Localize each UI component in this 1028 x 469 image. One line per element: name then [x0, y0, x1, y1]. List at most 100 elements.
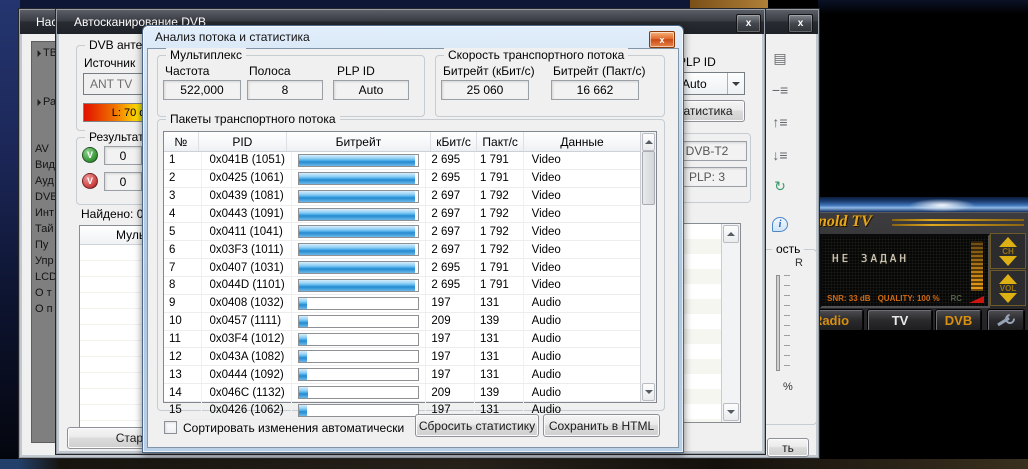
- settings-close-action-button[interactable]: ть: [767, 438, 809, 457]
- packets-table-header[interactable]: № PID Битрейт кБит/с Пакт/с Данные: [164, 132, 640, 152]
- packets-scrollbar[interactable]: [640, 132, 656, 402]
- wallpaper-sliver: [690, 0, 768, 8]
- cell-kbit: 2 697: [426, 188, 475, 205]
- cell-kbit: 2 697: [426, 223, 475, 240]
- settings-close-button[interactable]: x: [788, 14, 813, 33]
- cell-pid: 0x0457 (1111): [202, 313, 293, 330]
- table-row[interactable]: 20x0425 (1061)2 6951 791Video: [164, 170, 640, 188]
- move-down-icon[interactable]: ↓≡: [769, 146, 791, 164]
- tree-item-label: AV: [35, 143, 49, 155]
- table-row[interactable]: 100x0457 (1111)209139Audio: [164, 313, 640, 331]
- gold-line: [892, 219, 1024, 221]
- cell-pakt: 139: [475, 313, 524, 330]
- table-row[interactable]: 80x044D (1101)2 6951 791Video: [164, 277, 640, 295]
- packets-table: № PID Битрейт кБит/с Пакт/с Данные 10x04…: [163, 131, 657, 403]
- volume-slider[interactable]: [776, 275, 780, 371]
- tree-item[interactable]: Ауд: [35, 175, 54, 187]
- table-row[interactable]: 120x043A (1082)197131Audio: [164, 348, 640, 366]
- dvb-mode-button[interactable]: DVB: [935, 309, 982, 330]
- bitrate-progressbar: [298, 243, 419, 256]
- cell-pakt: 131: [475, 348, 524, 365]
- tree-expander-icon[interactable]: [34, 98, 41, 105]
- table-row[interactable]: 40x0443 (1091)2 6971 792Video: [164, 206, 640, 224]
- table-row[interactable]: 50x0411 (1041)2 6971 792Video: [164, 223, 640, 241]
- tree-item[interactable]: Упр: [35, 255, 54, 267]
- tree-item[interactable]: LCD: [35, 271, 57, 283]
- listbox-scrollbar[interactable]: [721, 224, 740, 422]
- wrench-icon: [997, 314, 1015, 328]
- source-combo-value: ANT TV: [84, 77, 132, 91]
- table-row[interactable]: 60x03F3 (1011)2 6971 792Video: [164, 241, 640, 259]
- list-view-icon[interactable]: ▤: [769, 49, 791, 67]
- table-row[interactable]: 90x0408 (1032)197131Audio: [164, 295, 640, 313]
- tree-item[interactable]: AV: [35, 143, 49, 155]
- bitrate-progressbar: [298, 315, 419, 328]
- channel-up-button[interactable]: [999, 237, 1017, 247]
- tv-app-glass-strip: [814, 197, 1028, 212]
- tree-item-label: Пу: [35, 239, 48, 251]
- tv-found-icon: V: [82, 147, 98, 163]
- desktop-top-strip: [20, 0, 700, 8]
- bitrate-kbit-label: Битрейт (кБит/с): [443, 64, 535, 78]
- sort-auto-checkbox[interactable]: [164, 421, 177, 434]
- header-pid[interactable]: PID: [199, 132, 287, 151]
- cell-num: 13: [164, 366, 202, 383]
- scroll-down-button[interactable]: [723, 403, 739, 421]
- cell-pid: 0x0407 (1031): [202, 259, 293, 276]
- header-kbit[interactable]: кБит/с: [431, 132, 478, 151]
- tv-app-window: nold TV НЕ ЗАДАН SNR: 33 dB QUALITY: 100…: [814, 197, 1028, 330]
- cell-num: 15: [164, 402, 202, 419]
- stream-speed-group-label: Скорость транспортного потока: [444, 48, 628, 62]
- cell-num: 7: [164, 259, 202, 276]
- table-row[interactable]: 110x03F4 (1012)197131Audio: [164, 331, 640, 349]
- header-num[interactable]: №: [164, 132, 199, 151]
- channel-down-button[interactable]: [999, 256, 1017, 266]
- desktop-left-strip: [0, 0, 20, 459]
- cell-pid: 0x0411 (1041): [202, 223, 293, 240]
- analysis-close-button[interactable]: x: [649, 31, 675, 48]
- tree-item[interactable]: О п: [35, 303, 53, 315]
- cell-pid: 0x0443 (1091): [202, 206, 293, 223]
- bitrate-kbit-field: 25 060: [441, 80, 529, 100]
- right-channel-label: R: [795, 257, 803, 269]
- settings-wrench-button[interactable]: [987, 309, 1025, 330]
- scroll-up-button[interactable]: [723, 225, 739, 243]
- info-icon[interactable]: i: [772, 217, 788, 232]
- bitrate-pakt-field: 16 662: [551, 80, 639, 100]
- header-bitrate[interactable]: Битрейт: [287, 132, 431, 151]
- table-row[interactable]: 140x046C (1132)209139Audio: [164, 384, 640, 402]
- tree-item[interactable]: Инт: [35, 207, 54, 219]
- cell-pid: 0x0425 (1061): [202, 170, 293, 187]
- tree-item[interactable]: ТВ: [35, 47, 57, 59]
- autoscan-close-button[interactable]: x: [736, 14, 761, 33]
- table-row[interactable]: 70x0407 (1031)2 6951 791Video: [164, 259, 640, 277]
- radio-mode-button[interactable]: Radio: [814, 309, 864, 330]
- save-html-button[interactable]: Сохранить в HTML: [543, 414, 660, 437]
- volume-down-button[interactable]: [999, 293, 1017, 303]
- scroll-down-button[interactable]: [642, 383, 655, 401]
- reset-statistics-button[interactable]: Сбросить статистику: [415, 414, 539, 437]
- properties-icon[interactable]: −≡: [769, 81, 791, 99]
- tree-item[interactable]: О т: [35, 287, 52, 299]
- move-up-icon[interactable]: ↑≡: [769, 113, 791, 131]
- cell-pakt: 1 791: [475, 277, 524, 294]
- scroll-up-button[interactable]: [642, 133, 655, 151]
- lcd-display: НЕ ЗАДАН SNR: 33 dB QUALITY: 100 % RC: [820, 234, 990, 308]
- cell-data: Audio: [524, 366, 640, 383]
- header-pakt[interactable]: Пакт/с: [477, 132, 524, 151]
- header-data[interactable]: Данные: [524, 132, 640, 151]
- cell-kbit: 2 695: [426, 259, 475, 276]
- table-row[interactable]: 10x041B (1051)2 6951 791Video: [164, 152, 640, 170]
- tree-item[interactable]: Пу: [35, 239, 48, 251]
- tree-expander-icon[interactable]: [34, 49, 41, 56]
- cell-kbit: 2 697: [426, 241, 475, 258]
- table-row[interactable]: 130x0444 (1092)197131Audio: [164, 366, 640, 384]
- tv-mode-button[interactable]: TV: [867, 309, 933, 330]
- refresh-icon[interactable]: ↻: [769, 177, 791, 195]
- cell-bitrate-bar: [292, 402, 426, 419]
- table-row[interactable]: 30x0439 (1081)2 6971 792Video: [164, 188, 640, 206]
- volume-up-button[interactable]: [999, 274, 1017, 284]
- tree-item[interactable]: Вид: [35, 159, 55, 171]
- scroll-thumb[interactable]: [642, 151, 655, 205]
- tree-item[interactable]: Тай: [35, 223, 54, 235]
